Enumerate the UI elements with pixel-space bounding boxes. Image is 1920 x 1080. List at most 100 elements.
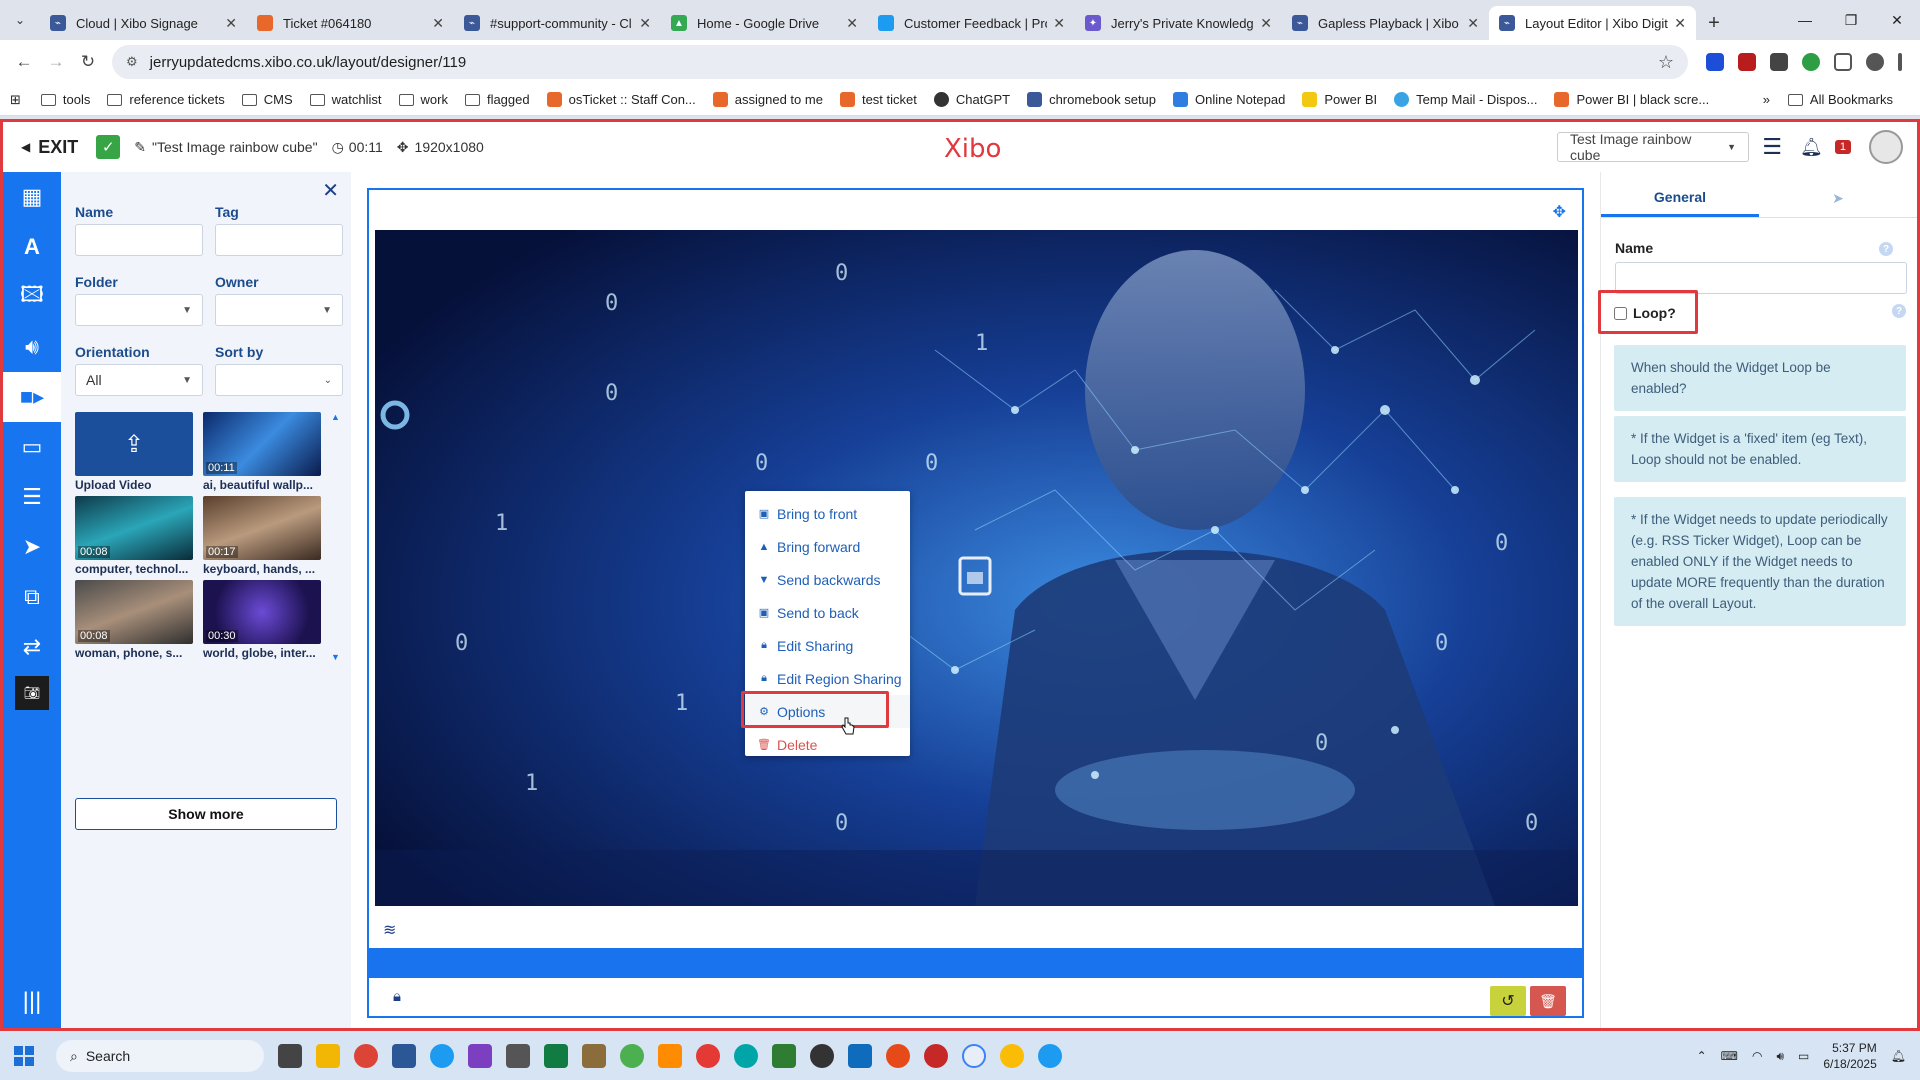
browser-tab-2[interactable]: ⌁ #support-community - Cl ✕ xyxy=(454,6,661,40)
outlook-icon[interactable] xyxy=(848,1044,872,1068)
back-icon[interactable]: ← xyxy=(8,46,40,78)
forward-icon[interactable]: → xyxy=(40,46,72,78)
revert-button[interactable]: ↺ xyxy=(1490,986,1526,1016)
app-icon[interactable] xyxy=(924,1044,948,1068)
url-field[interactable]: ⚙ jerryupdatedcms.xibo.co.uk/layout/desi… xyxy=(112,45,1688,79)
extension-icon[interactable] xyxy=(1770,53,1788,71)
browser-tab-3[interactable]: ▲ Home - Google Drive ✕ xyxy=(661,6,868,40)
browser-tab-0[interactable]: ⌁ Cloud | Xibo Signage ✕ xyxy=(40,6,247,40)
bookmark-folder[interactable]: work xyxy=(398,92,448,107)
layout-region[interactable]: 0 0 0 1 0 0 0 1 1 0 0 0 1 0 0 xyxy=(375,230,1578,906)
excel-icon[interactable] xyxy=(544,1044,568,1068)
battery-icon[interactable]: ▭ xyxy=(1798,1049,1809,1063)
bookmark-link[interactable]: Temp Mail - Dispos... xyxy=(1394,92,1537,107)
close-tab-icon[interactable]: ✕ xyxy=(1260,15,1272,32)
notifications-icon[interactable]: 🔔︎ xyxy=(1891,1049,1906,1063)
app-icon[interactable] xyxy=(772,1044,796,1068)
app-icon[interactable] xyxy=(620,1044,644,1068)
bookmark-link[interactable]: chromebook setup xyxy=(1027,92,1156,107)
close-tab-icon[interactable]: ✕ xyxy=(1674,15,1686,32)
app-icon[interactable] xyxy=(810,1044,834,1068)
app-icon[interactable] xyxy=(1038,1044,1062,1068)
lock-icon[interactable]: 🔒︎ xyxy=(393,988,401,1005)
bookmark-link[interactable]: Power BI | black scre... xyxy=(1554,92,1709,107)
app-icon[interactable] xyxy=(468,1044,492,1068)
video-item[interactable]: 00:11 ai, beautiful wallp... xyxy=(203,412,321,492)
actions-icon[interactable]: ➤ xyxy=(3,522,61,572)
close-tab-icon[interactable]: ✕ xyxy=(1467,15,1479,32)
close-tab-icon[interactable]: ✕ xyxy=(846,15,858,32)
avatar[interactable] xyxy=(1869,130,1903,164)
browser-tab-5[interactable]: ✦ Jerry's Private Knowledge ✕ xyxy=(1075,6,1282,40)
chrome-icon[interactable] xyxy=(1000,1044,1024,1068)
app-icon[interactable] xyxy=(734,1044,758,1068)
vlc-icon[interactable] xyxy=(658,1044,682,1068)
layouts-icon[interactable]: ⧉ xyxy=(3,572,61,622)
text-icon[interactable]: A xyxy=(3,222,61,272)
extension-icon[interactable] xyxy=(1706,53,1724,71)
volume-icon[interactable]: 🔊︎ xyxy=(1776,1049,1784,1064)
publish-status-icon[interactable]: ✓ xyxy=(96,135,121,159)
kebab-menu-icon[interactable] xyxy=(1898,53,1902,71)
restore-icon[interactable]: ❐ xyxy=(1828,0,1874,40)
minimize-icon[interactable]: — xyxy=(1782,0,1828,40)
chevron-up-icon[interactable]: ⌃ xyxy=(1697,1049,1707,1063)
browser-tab-6[interactable]: ⌁ Gapless Playback | Xibo D ✕ xyxy=(1282,6,1489,40)
exit-button[interactable]: ◀ EXIT xyxy=(21,137,78,158)
wifi-icon[interactable]: ◠ xyxy=(1752,1049,1762,1063)
more-bookmarks-icon[interactable]: » xyxy=(1763,92,1770,107)
tab-general[interactable]: General xyxy=(1601,180,1759,217)
scroll-down-icon[interactable]: ▼ xyxy=(331,652,340,662)
bookmark-link[interactable]: ChatGPT xyxy=(933,92,1010,107)
bookmark-link[interactable]: osTicket :: Staff Con... xyxy=(546,92,696,107)
bookmark-folder[interactable]: flagged xyxy=(464,92,530,107)
chrome-icon[interactable] xyxy=(354,1044,378,1068)
library-icon[interactable]: ▭ xyxy=(3,422,61,472)
extension-icon[interactable] xyxy=(1738,53,1756,71)
app-icon[interactable] xyxy=(696,1044,720,1068)
close-tab-icon[interactable]: ✕ xyxy=(225,15,237,32)
start-button[interactable] xyxy=(0,1032,48,1080)
app-icon[interactable] xyxy=(886,1044,910,1068)
delete-region-button[interactable]: 🗑︎ xyxy=(1530,986,1566,1016)
scrollbar[interactable]: ▲ ▼ xyxy=(331,412,341,662)
reload-icon[interactable]: ↻ xyxy=(72,46,104,78)
video-item[interactable]: 00:08 woman, phone, s... xyxy=(75,580,193,660)
close-tab-icon[interactable]: ✕ xyxy=(639,15,651,32)
all-bookmarks[interactable]: All Bookmarks xyxy=(1787,92,1893,107)
bookmark-folder[interactable]: tools xyxy=(40,92,90,107)
widgets-icon[interactable]: ▦ xyxy=(3,172,61,222)
tab-search-icon[interactable]: ⌄ xyxy=(0,0,40,40)
playlist-icon[interactable]: ☰ xyxy=(3,472,61,522)
loop-help-icon[interactable]: ? xyxy=(1892,304,1906,318)
audio-icon[interactable]: 🔊︎ xyxy=(3,322,61,372)
clock[interactable]: 5:37 PM 6/18/2025 xyxy=(1823,1040,1876,1072)
bookmark-link[interactable]: test ticket xyxy=(839,92,917,107)
bell-icon[interactable]: 🔔︎ xyxy=(1800,137,1823,158)
tab-actions[interactable]: ➤ xyxy=(1759,180,1917,217)
new-tab-button[interactable]: + xyxy=(1696,6,1732,40)
collapse-icon[interactable]: ||| xyxy=(3,988,61,1016)
bookmark-link[interactable]: Power BI xyxy=(1302,92,1377,107)
calculator-icon[interactable] xyxy=(506,1044,530,1068)
video-item[interactable]: 00:17 keyboard, hands, ... xyxy=(203,496,321,576)
app-icon[interactable] xyxy=(430,1044,454,1068)
image-icon[interactable]: 🖾 xyxy=(3,272,61,322)
file-explorer-icon[interactable] xyxy=(316,1044,340,1068)
upload-video-button[interactable]: ⇪ Upload Video xyxy=(75,412,193,492)
site-settings-icon[interactable]: ⚙ xyxy=(126,54,138,70)
loop-input[interactable] xyxy=(1614,306,1627,320)
puzzle-icon[interactable] xyxy=(1834,53,1852,71)
close-tab-icon[interactable]: ✕ xyxy=(432,15,444,32)
owner-select[interactable]: ▼ xyxy=(215,294,343,326)
bring-to-front-item[interactable]: ▣ Bring to front xyxy=(745,497,910,530)
bookmark-folder[interactable]: watchlist xyxy=(309,92,382,107)
layout-name[interactable]: ✎ "Test Image rainbow cube" xyxy=(134,139,317,156)
sortby-select[interactable]: ⌄ xyxy=(215,364,343,396)
pixabay-icon[interactable]: 📷︎ xyxy=(15,676,49,710)
move-icon[interactable]: ✥ xyxy=(1553,202,1566,222)
timeline-bar[interactable] xyxy=(369,948,1582,978)
video-item[interactable]: 00:30 world, globe, inter... xyxy=(203,580,321,660)
apps-grid-icon[interactable]: ⊞ xyxy=(10,92,21,108)
show-more-button[interactable]: Show more xyxy=(75,798,337,830)
